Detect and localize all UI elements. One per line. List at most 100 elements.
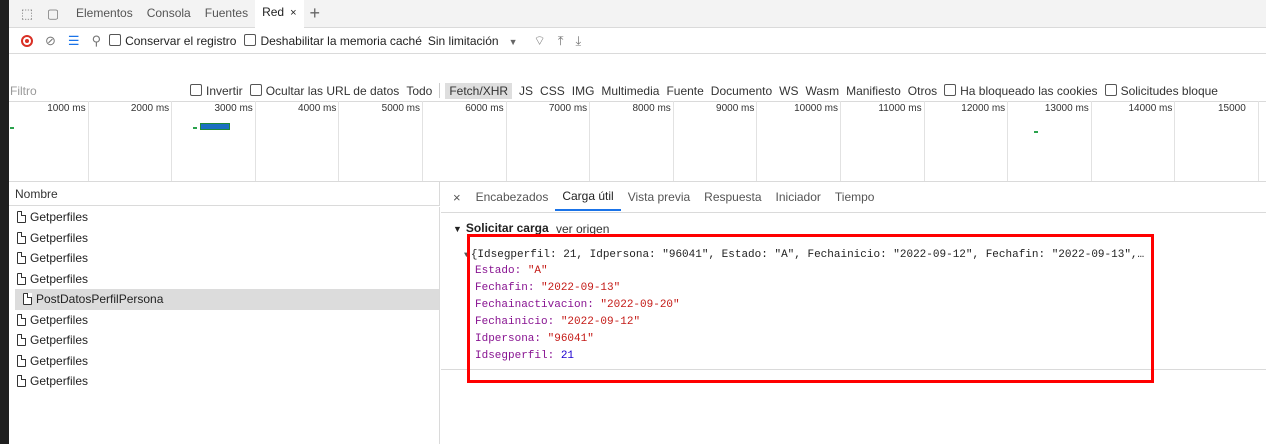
- download-icon[interactable]: ⤓: [575, 33, 581, 49]
- tab-red-label: Red: [262, 5, 285, 19]
- close-icon[interactable]: ×: [453, 190, 461, 205]
- clear-icon[interactable]: ⊘: [45, 33, 56, 49]
- add-tab-icon[interactable]: +: [310, 3, 321, 24]
- blocked-cookies-label: Ha bloqueado las cookies: [960, 83, 1098, 98]
- timeline-gridline: [87, 101, 89, 181]
- type-filter-documento[interactable]: Documento: [711, 84, 772, 98]
- checkbox-box: [109, 33, 122, 46]
- close-icon[interactable]: ×: [290, 7, 296, 19]
- section-header[interactable]: ▼ Solicitar carga: [453, 221, 549, 235]
- tab-respuesta[interactable]: Respuesta: [697, 183, 768, 211]
- devtools-tab-strip: ⬚ ▢ Elementos Consola Fuentes Red × +: [9, 0, 1266, 28]
- filter-icon[interactable]: ☰: [68, 33, 80, 49]
- table-row[interactable]: Getperfiles: [9, 371, 439, 392]
- tab-fuentes[interactable]: Fuentes: [198, 0, 255, 27]
- tab-tiempo[interactable]: Tiempo: [828, 183, 882, 211]
- type-filter-fuente[interactable]: Fuente: [666, 84, 703, 98]
- type-filter-todo[interactable]: Todo: [406, 84, 432, 98]
- type-filter-otros[interactable]: Otros: [908, 84, 937, 98]
- timeline-overview[interactable]: 1000 ms 2000 ms 3000 ms 4000 ms 5000 ms 6000 …: [9, 101, 1266, 182]
- timeline-gridline: [840, 101, 841, 181]
- timeline-gridline: [254, 101, 256, 181]
- disable-cache-checkbox[interactable]: Deshabilitar la memoria caché: [244, 33, 422, 48]
- type-filter-fetch-xhr[interactable]: Fetch/XHR: [445, 82, 513, 99]
- timeline-gridline: [589, 101, 591, 181]
- blocked-requests-checkbox[interactable]: Solicitudes bloque: [1104, 83, 1218, 98]
- timeline-request-marker: [193, 127, 197, 129]
- type-filter-css[interactable]: CSS: [540, 84, 565, 98]
- invert-label: Invertir: [206, 83, 243, 98]
- invert-checkbox[interactable]: Invertir: [190, 83, 243, 98]
- request-name: Getperfiles: [30, 210, 89, 225]
- hide-data-urls-checkbox[interactable]: Ocultar las URL de datos: [249, 83, 400, 98]
- timeline-tick-label: 10000 ms: [794, 103, 838, 114]
- wifi-icon[interactable]: ⌔: [534, 33, 546, 49]
- timeline-tick-label: 7000 ms: [548, 103, 588, 114]
- table-row[interactable]: Getperfiles: [9, 330, 439, 351]
- document-icon: [17, 375, 26, 388]
- tab-carga-util[interactable]: Carga útil: [555, 183, 621, 211]
- checkbox-box: [944, 83, 957, 96]
- record-icon[interactable]: [21, 34, 33, 47]
- table-row[interactable]: Getperfiles: [9, 351, 439, 372]
- timeline-gridline: [171, 101, 173, 181]
- request-name: Getperfiles: [30, 251, 89, 266]
- filter-input[interactable]: Filtro: [10, 84, 190, 98]
- divider: [439, 83, 441, 98]
- timeline-tick-label: 1000 ms: [47, 103, 86, 114]
- request-name: Getperfiles: [30, 333, 89, 348]
- timeline-gridline: [923, 101, 925, 181]
- timeline-gridline: [1007, 101, 1009, 181]
- network-toolbar: ⊘ ☰ ⚲ Conservar el registro Deshabilitar…: [9, 28, 1266, 54]
- type-filter-multimedia[interactable]: Multimedia: [601, 84, 659, 98]
- table-row[interactable]: Getperfiles: [9, 310, 439, 331]
- device-icon[interactable]: ▢: [45, 6, 61, 21]
- column-header-nombre[interactable]: Nombre: [9, 182, 440, 206]
- timeline-gridline: [1174, 101, 1176, 181]
- request-name: Getperfiles: [30, 271, 89, 286]
- inspect-icon[interactable]: ⬚: [19, 6, 35, 21]
- tab-red[interactable]: Red ×: [255, 0, 304, 28]
- triangle-down-icon: ▼: [453, 224, 462, 234]
- highlight-annotation-box: [467, 234, 1154, 383]
- tab-encabezados[interactable]: Encabezados: [469, 183, 556, 211]
- document-icon: [17, 313, 26, 326]
- type-filter-manifiesto[interactable]: Manifiesto: [846, 84, 901, 98]
- checkbox-box: [244, 33, 257, 46]
- table-row[interactable]: PostDatosPerfilPersona: [15, 289, 439, 310]
- table-row[interactable]: Getperfiles: [9, 248, 439, 269]
- timeline-gridline: [1258, 101, 1259, 181]
- timeline-tick-label: 12000 ms: [961, 103, 1006, 114]
- tab-elementos[interactable]: Elementos: [69, 0, 140, 27]
- preserve-log-label: Conservar el registro: [125, 33, 237, 48]
- document-icon: [17, 231, 26, 244]
- search-icon[interactable]: ⚲: [92, 33, 102, 49]
- preserve-log-checkbox[interactable]: Conservar el registro: [109, 33, 237, 48]
- timeline-gridline: [338, 101, 340, 181]
- request-list: Getperfiles Getperfiles Getperfiles Getperf…: [9, 207, 440, 444]
- tab-vista-previa[interactable]: Vista previa: [621, 183, 697, 211]
- blocked-requests-label: Solicitudes bloque: [1120, 83, 1218, 98]
- table-row[interactable]: Getperfiles: [9, 207, 439, 228]
- timeline-tick-label: 6000 ms: [465, 103, 504, 114]
- timeline-tick-label: 9000 ms: [716, 103, 755, 114]
- timeline-tick-label: 14000 ms: [1128, 103, 1173, 114]
- timeline-request-marker: [10, 127, 14, 129]
- timeline-tick-label: 3000 ms: [214, 103, 253, 114]
- chevron-down-icon: ▼: [508, 36, 518, 47]
- type-filter-img[interactable]: IMG: [572, 84, 595, 98]
- hide-data-urls-label: Ocultar las URL de datos: [265, 83, 400, 98]
- type-filter-wasm[interactable]: Wasm: [806, 84, 840, 98]
- table-row[interactable]: Getperfiles: [9, 228, 439, 249]
- checkbox-box: [1104, 83, 1117, 96]
- table-row[interactable]: Getperfiles: [9, 269, 439, 290]
- timeline-gridline: [1090, 101, 1092, 181]
- type-filter-ws[interactable]: WS: [779, 84, 798, 98]
- tab-consola[interactable]: Consola: [140, 0, 198, 27]
- type-filter-js[interactable]: JS: [519, 84, 533, 98]
- blocked-cookies-checkbox[interactable]: Ha bloqueado las cookies: [944, 83, 1098, 98]
- tab-iniciador[interactable]: Iniciador: [769, 183, 828, 211]
- throttling-select[interactable]: Sin limitación ▼: [428, 34, 518, 48]
- timeline-tick-label: 11000 ms: [878, 103, 922, 114]
- upload-icon[interactable]: ⤒: [558, 33, 564, 49]
